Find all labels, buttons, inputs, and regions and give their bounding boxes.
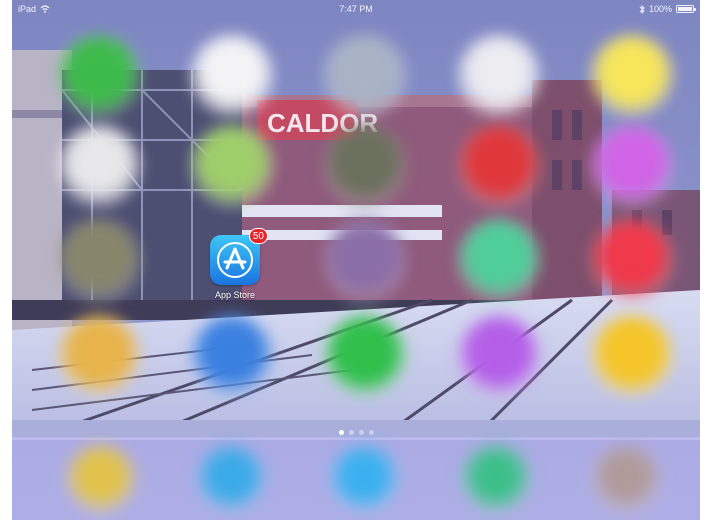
app-store-app[interactable]: 50 App Store (200, 228, 270, 300)
blurred-app-icon[interactable] (590, 314, 674, 398)
bluetooth-icon (639, 4, 645, 14)
page-dot[interactable] (348, 430, 354, 435)
blurred-app-icon[interactable] (323, 314, 407, 398)
app-store-icon[interactable]: 50 (210, 228, 268, 285)
app-store-label: App Store (214, 290, 256, 300)
page-dot[interactable] (368, 430, 374, 435)
blurred-app-icon[interactable] (190, 34, 274, 118)
blurred-app-icon[interactable] (590, 124, 674, 208)
notification-badge: 50 (248, 228, 268, 244)
dock-app-icon[interactable] (462, 445, 530, 513)
battery-level (678, 7, 692, 11)
blurred-app-icon[interactable] (57, 124, 141, 208)
blurred-app-icon[interactable] (457, 218, 541, 302)
dock-app-icon[interactable] (67, 445, 135, 513)
blurred-app-icon[interactable] (457, 124, 541, 208)
blurred-app-icon[interactable] (57, 218, 141, 302)
dock-app-icon[interactable] (592, 445, 660, 513)
ipad-home-screen: CALDOR iPad 7:47 PM 100% 50 App Store (12, 0, 700, 520)
battery-percent: 100% (648, 4, 672, 14)
blurred-app-icon[interactable] (57, 314, 141, 398)
blurred-app-icon[interactable] (323, 218, 407, 302)
page-dot[interactable] (358, 430, 364, 435)
blurred-app-icon[interactable] (323, 34, 407, 118)
page-dot[interactable] (338, 430, 344, 435)
blurred-app-icon[interactable] (457, 34, 541, 118)
page-indicator[interactable] (12, 430, 700, 435)
blurred-app-icon[interactable] (57, 34, 141, 118)
blurred-app-icon[interactable] (590, 218, 674, 302)
status-time: 7:47 PM (339, 4, 373, 14)
blurred-app-icon[interactable] (457, 314, 541, 398)
blurred-app-icon[interactable] (190, 314, 274, 398)
status-bar: iPad 7:47 PM 100% (12, 0, 700, 20)
dock-app-icon[interactable] (330, 445, 398, 513)
blurred-app-icon[interactable] (323, 124, 407, 208)
blurred-app-icon[interactable] (190, 124, 274, 208)
battery-icon (676, 5, 696, 13)
blurred-app-icon[interactable] (590, 34, 674, 118)
status-right: 100% (639, 4, 696, 14)
dock-app-icon[interactable] (197, 445, 265, 513)
